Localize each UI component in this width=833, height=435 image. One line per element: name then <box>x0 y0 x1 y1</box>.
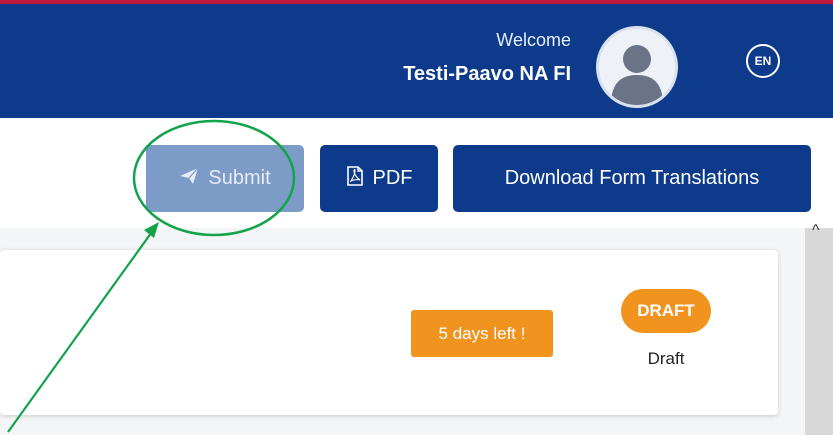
annotation-arrow <box>7 228 155 433</box>
highlight-ellipse <box>132 119 296 237</box>
annotation-overlay <box>7 119 296 433</box>
annotation-arrow-head <box>144 222 159 238</box>
